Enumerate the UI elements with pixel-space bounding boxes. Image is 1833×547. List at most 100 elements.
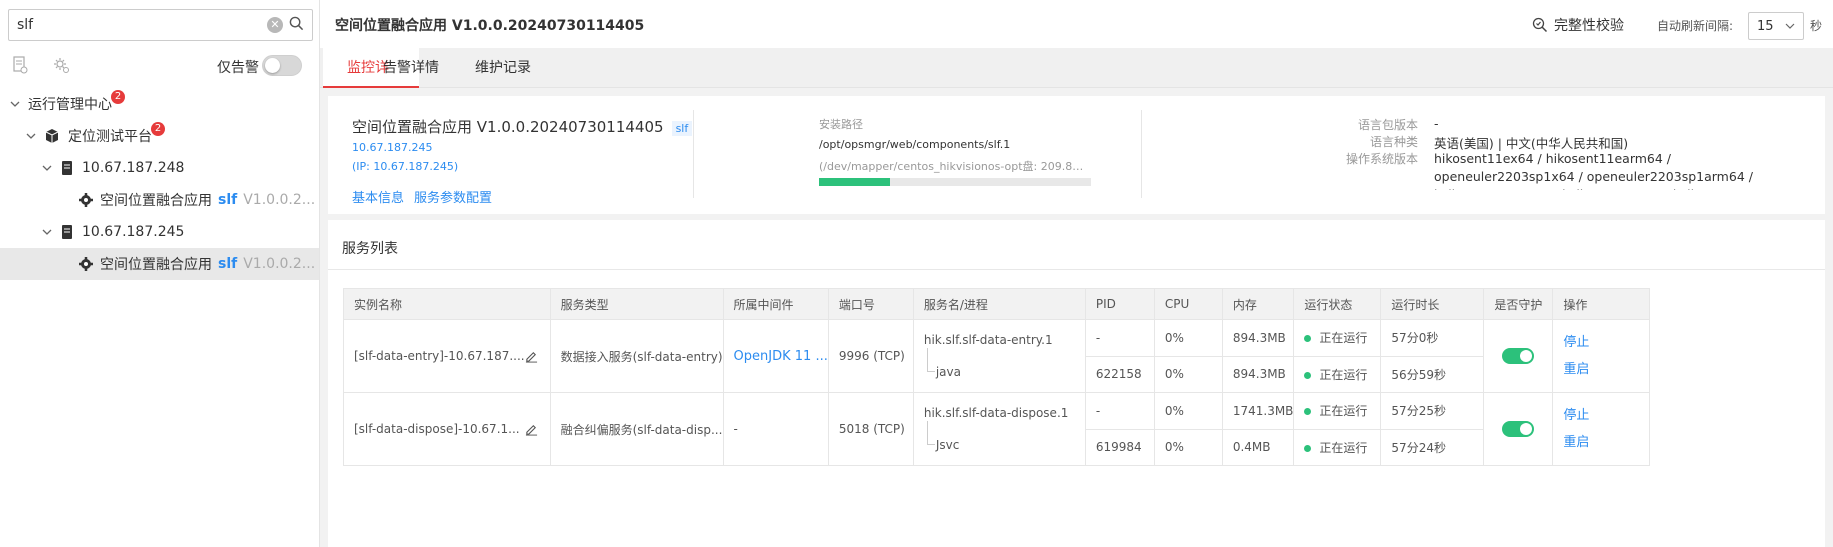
refresh-interval-select[interactable]: 15 — [1748, 12, 1804, 40]
service-list-card: 服务列表 实例名称 服务类型 所属中间件 端口号 服务名/进程 PID CPU … — [328, 220, 1825, 547]
guard-toggle[interactable] — [1502, 348, 1535, 364]
status-text: 正在运行 — [1319, 440, 1368, 455]
status: 正在运行 — [1293, 319, 1382, 357]
chevron-down-icon[interactable] — [24, 129, 38, 143]
status-dot — [1304, 371, 1312, 379]
guard-cell — [1483, 392, 1554, 466]
tree-node-host[interactable]: 10.67.187.245 — [0, 216, 319, 248]
instance-name: [slf-data-dispose]-10.67.1... — [354, 422, 520, 436]
tree-node-label: 空间位置融合应用 — [100, 257, 212, 273]
col-instance: 实例名称 — [343, 288, 551, 320]
tree-node-host[interactable]: 10.67.187.248 — [0, 152, 319, 184]
status-text: 正在运行 — [1319, 331, 1368, 346]
col-action: 操作 — [1552, 288, 1651, 320]
status: 正在运行 — [1293, 392, 1382, 430]
service-type: 融合纠偏服务(slf-data-disp... — [549, 392, 724, 466]
col-cpu: CPU — [1153, 288, 1223, 320]
service-list-title: 服务列表 — [342, 241, 398, 257]
seconds-label: 秒 — [1810, 19, 1823, 33]
guard-cell — [1483, 319, 1554, 393]
app-name-text: 空间位置融合应用 V1.0.0.20240730114405 — [352, 118, 664, 136]
tree-node-label: 10.67.187.248 — [82, 160, 185, 176]
integrity-check-button[interactable]: 完整性校验 — [1532, 15, 1624, 35]
divider — [693, 110, 694, 198]
app-tag: slf — [218, 256, 238, 272]
alarm-only-label: 仅告警 — [217, 60, 259, 76]
tree-node-label: 空间位置融合应用 — [100, 193, 212, 209]
tree-node-app-selected[interactable]: 空间位置融合应用 slf V1.0.0.2... — [0, 248, 319, 280]
col-middleware: 所属中间件 — [722, 288, 829, 320]
disk-usage-bar — [819, 178, 1091, 186]
page-title: 空间位置融合应用 V1.0.0.20240730114405 — [335, 18, 645, 34]
uptime: 56分59秒 — [1380, 355, 1485, 393]
chevron-down-icon[interactable] — [8, 97, 22, 111]
uptime: 57分24秒 — [1380, 428, 1485, 466]
col-uptime: 运行时长 — [1380, 288, 1485, 320]
pid: 622158 — [1084, 355, 1155, 393]
service-process-cell: hik.slf.slf-data-entry.1 java — [912, 319, 1086, 393]
app-tag: slf — [218, 192, 238, 208]
disk-info: (/dev/mapper/centos_hikvisionos-opt盘: 20… — [819, 160, 1091, 173]
alarm-count-badge: 2 — [151, 122, 165, 136]
app-ip-paren: (IP: 10.67.187.245) — [352, 160, 459, 173]
tree-node-platform[interactable]: 定位测试平台 2 — [0, 120, 319, 152]
app-name: 空间位置融合应用 V1.0.0.20240730114405 slf — [352, 116, 693, 137]
col-type: 服务类型 — [549, 288, 724, 320]
col-status: 运行状态 — [1293, 288, 1382, 320]
mem: 1741.3MB — [1221, 392, 1295, 430]
server-list-icon[interactable] — [12, 56, 28, 78]
status: 正在运行 — [1293, 428, 1382, 466]
service-process-cell: hik.slf.slf-data-dispose.1 Jsvc — [912, 392, 1086, 466]
tree-connector — [926, 421, 935, 445]
tab-maintenance[interactable]: 维护记录 — [475, 48, 531, 88]
mem: 894.3MB — [1221, 355, 1295, 393]
uptime: 57分25秒 — [1380, 392, 1485, 430]
tree-toolbar: 仅告警 — [12, 54, 312, 78]
table-header-row: 实例名称 服务类型 所属中间件 端口号 服务名/进程 PID CPU 内存 运行… — [343, 288, 1651, 320]
detail-tabs: 监控详情 告警详情 维护记录 — [320, 48, 1833, 116]
search-icon[interactable] — [289, 16, 304, 35]
guard-toggle[interactable] — [1502, 421, 1535, 437]
stop-link[interactable]: 停止 — [1563, 402, 1649, 429]
search-input[interactable] — [9, 10, 267, 40]
action-cell: 停止 重启 — [1552, 319, 1651, 393]
status-dot — [1304, 335, 1312, 343]
pid: - — [1084, 319, 1155, 357]
tree-connector — [926, 348, 935, 372]
mem: 0.4MB — [1221, 428, 1295, 466]
chevron-down-icon — [1785, 23, 1795, 29]
cpu: 0% — [1153, 392, 1223, 430]
app-version: V1.0.0.2... — [243, 256, 316, 272]
cpu: 0% — [1153, 428, 1223, 466]
settings-tree-icon[interactable] — [52, 56, 70, 78]
col-pid: PID — [1084, 288, 1155, 320]
status-dot — [1304, 408, 1312, 416]
service-name: hik.slf.slf-data-dispose.1 — [923, 406, 1069, 420]
edit-icon[interactable] — [525, 350, 538, 363]
tab-alarm[interactable]: 告警详情 — [383, 48, 439, 88]
refresh-interval-value: 15 — [1757, 18, 1774, 34]
app-info-card: 空间位置融合应用 V1.0.0.20240730114405 slf 10.67.… — [328, 96, 1825, 214]
edit-icon[interactable] — [525, 423, 538, 436]
chevron-down-icon[interactable] — [40, 225, 54, 239]
service-params-link[interactable]: 服务参数配置 — [414, 187, 492, 206]
tree-node-app[interactable]: 空间位置融合应用 slf V1.0.0.2... — [0, 184, 319, 216]
restart-link[interactable]: 重启 — [1563, 356, 1649, 383]
tree-node-root[interactable]: 运行管理中心 2 — [0, 88, 319, 120]
monitor-content: 空间位置融合应用 V1.0.0.20240730114405 slf 10.67.… — [328, 96, 1825, 547]
clear-icon[interactable]: ✕ — [267, 17, 283, 33]
alarm-only-toggle[interactable] — [262, 55, 302, 76]
basic-info-link[interactable]: 基本信息 — [352, 187, 404, 206]
lang-pkg-label: 语言包版本 — [1357, 118, 1418, 132]
lang-label: 语言种类 — [1369, 135, 1418, 149]
tree-node-label: 定位测试平台 — [68, 129, 152, 145]
app-ip: 10.67.187.245 — [352, 141, 433, 154]
instance-cell: [slf-data-dispose]-10.67.1... — [343, 392, 551, 466]
os-value: hikosent11ex64 / hikosent11earm64 / open… — [1434, 151, 1797, 190]
stop-link[interactable]: 停止 — [1563, 329, 1649, 356]
integrity-search-icon — [1532, 17, 1548, 33]
chevron-down-icon[interactable] — [40, 161, 54, 175]
server-icon — [62, 161, 72, 175]
middleware-link[interactable]: OpenJDK 11 ... — [722, 319, 829, 393]
restart-link[interactable]: 重启 — [1563, 429, 1649, 456]
